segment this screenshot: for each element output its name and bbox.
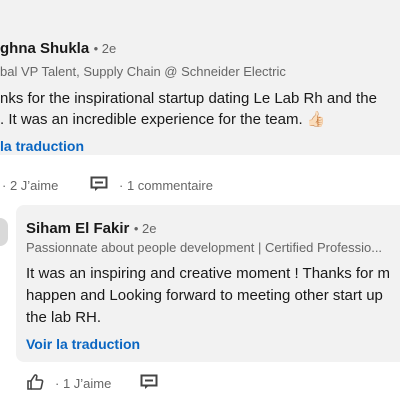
comment-translate-link[interactable]: la traduction: [0, 138, 84, 154]
comment-likes-count[interactable]: · 2 J’aime: [2, 178, 58, 193]
reply-likes-count[interactable]: · 1 J’aime: [55, 376, 111, 391]
comment-body-line-2: . It was an incredible experience for th…: [0, 111, 326, 128]
reply-author-degree: • 2e: [133, 221, 157, 236]
reply-icon[interactable]: [140, 374, 158, 395]
reply-author-name[interactable]: Siham El Fakir: [26, 220, 129, 237]
reply-body-line-3: the lab RH.: [26, 309, 102, 326]
reply-header: Siham El Fakir • 2e: [26, 220, 156, 238]
reply-body-line-2: happen and Looking forward to meeting ot…: [26, 287, 383, 304]
reply-translate-link[interactable]: Voir la traduction: [26, 336, 140, 352]
reply-body-line-1: It was an inspiring and creative moment …: [26, 265, 391, 282]
comment-body-line-1: nks for the inspirational startup dating…: [0, 90, 377, 107]
comment-actions-row: · 2 J’aime · 1 commentaire: [0, 172, 400, 196]
comment-replies-count[interactable]: · 1 commentaire: [119, 178, 213, 193]
parent-comment-header: ghna Shukla • 2e: [0, 40, 116, 58]
comment-author-headline: bal VP Talent, Supply Chain @ Schneider …: [0, 64, 286, 79]
avatar[interactable]: [0, 218, 8, 246]
reply-author-headline: Passionnate about people development | C…: [26, 240, 383, 255]
reply-actions-row: · 1 J’aime: [16, 370, 400, 394]
reply-icon[interactable]: [90, 176, 108, 197]
comment-author-name[interactable]: ghna Shukla: [0, 40, 89, 57]
comment-author-degree: • 2e: [93, 41, 117, 56]
thumbs-up-icon[interactable]: [26, 373, 44, 396]
